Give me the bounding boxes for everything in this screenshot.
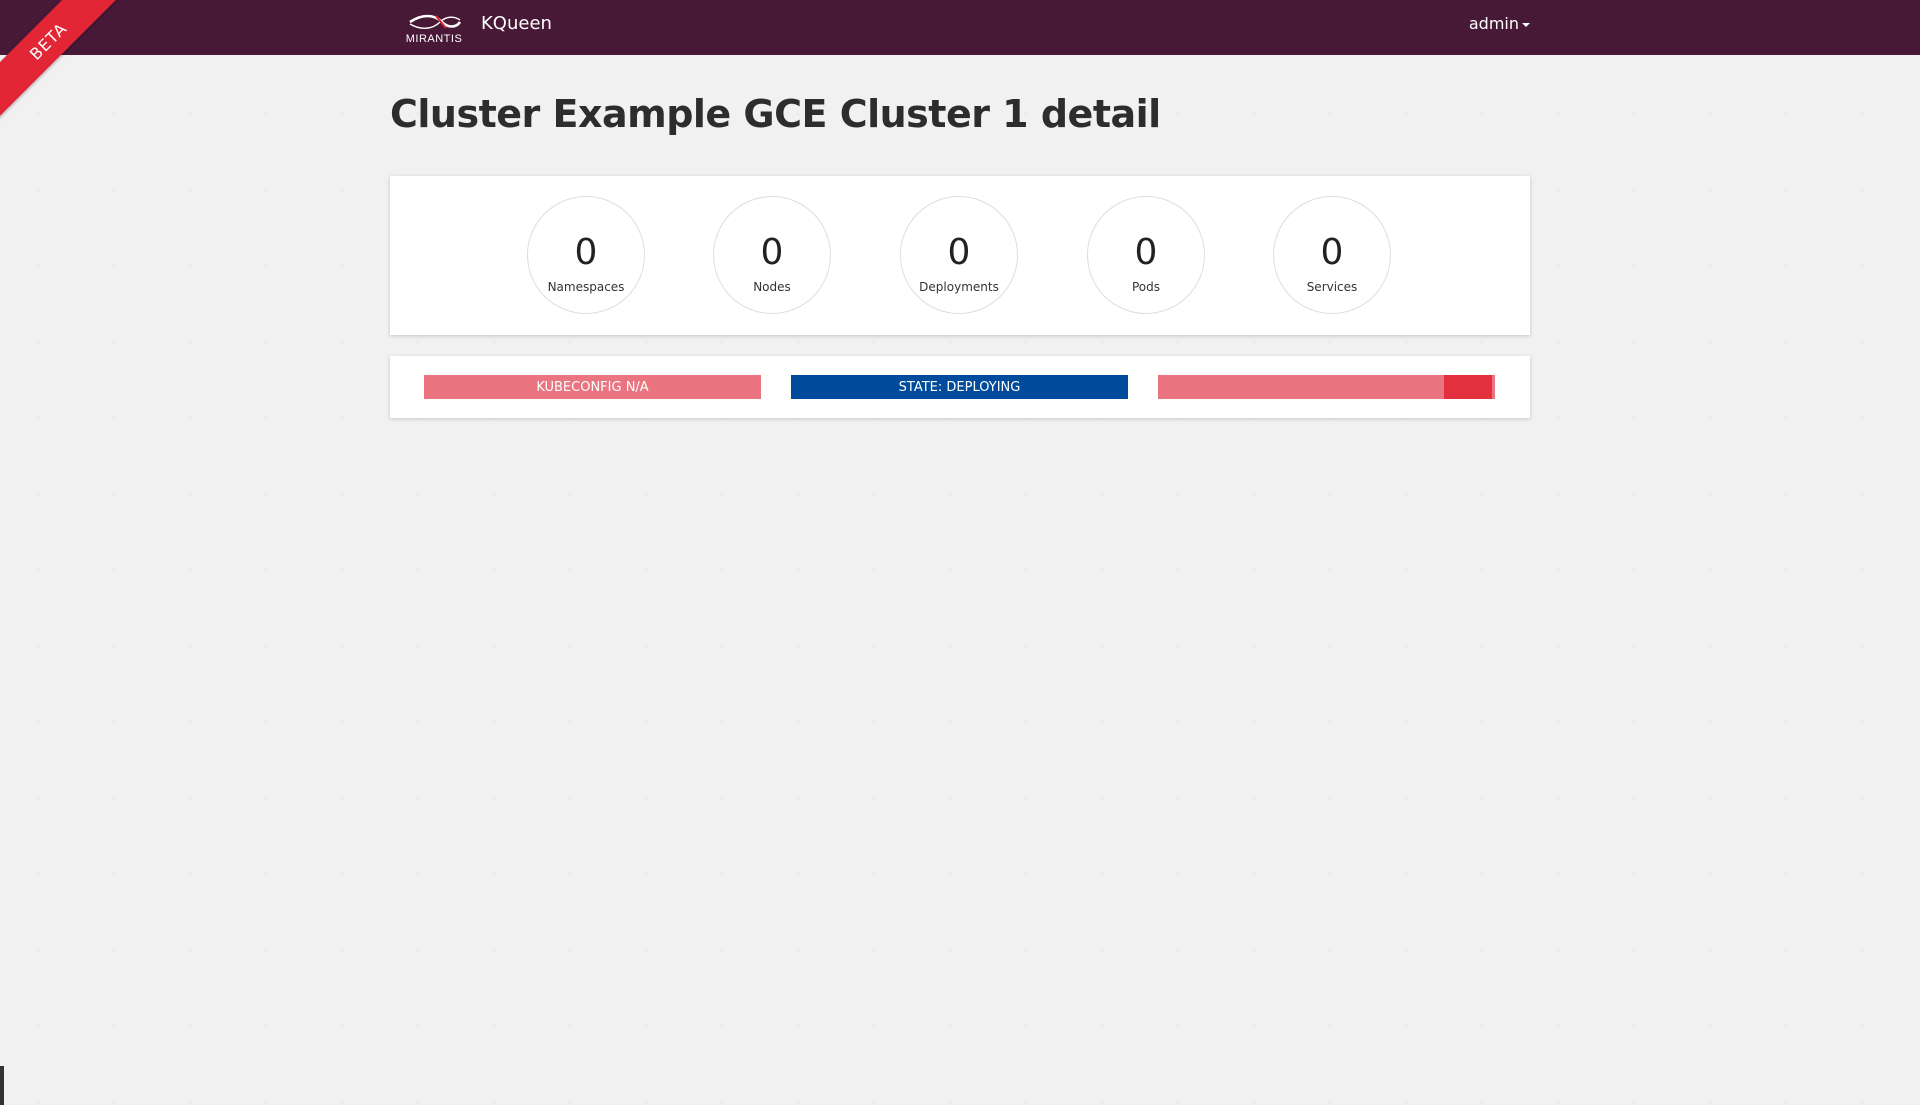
stat-label: Namespaces	[547, 280, 625, 294]
stat-value: 0	[1320, 232, 1344, 273]
user-menu-dropdown[interactable]: admin	[1469, 14, 1530, 33]
caret-down-icon	[1522, 23, 1530, 27]
kubeconfig-status-label: KUBECONFIG N/A	[536, 379, 649, 395]
stat-deployments: 0 Deployments	[900, 196, 1018, 314]
progress-edge	[1492, 375, 1495, 399]
cluster-state-label: STATE: DEPLOYING	[898, 379, 1021, 395]
logo-text: MIRANTIS	[405, 32, 463, 45]
stat-label: Pods	[1131, 280, 1161, 294]
kubeconfig-status-badge[interactable]: KUBECONFIG N/A	[424, 375, 761, 399]
progress-fill	[1158, 375, 1445, 399]
app-title[interactable]: KQueen	[481, 13, 552, 34]
mirantis-logo[interactable]: MIRANTIS	[404, 12, 464, 45]
stat-value: 0	[1134, 232, 1158, 273]
stat-namespaces: 0 Namespaces	[527, 196, 645, 314]
window-edge-marker	[0, 1066, 4, 1105]
stat-nodes: 0 Nodes	[713, 196, 831, 314]
stat-value: 0	[760, 232, 784, 273]
deployment-progress-bar	[1158, 375, 1495, 399]
cluster-stats-panel: 0 Namespaces 0 Nodes 0 Deployments 0 Pod…	[390, 176, 1530, 335]
page-title: Cluster Example GCE Cluster 1 detail	[390, 92, 1161, 136]
stat-value: 0	[574, 232, 598, 273]
mirantis-logo-icon	[409, 14, 462, 29]
cluster-status-panel: KUBECONFIG N/A STATE: DEPLOYING	[390, 356, 1530, 418]
stat-label: Nodes	[753, 280, 791, 294]
user-menu-label: admin	[1468, 14, 1519, 33]
stat-pods: 0 Pods	[1087, 196, 1205, 314]
top-navbar: MIRANTIS KQueen admin	[0, 0, 1920, 55]
stat-value: 0	[947, 232, 971, 273]
stat-label: Deployments	[919, 280, 999, 294]
stat-services: 0 Services	[1273, 196, 1391, 314]
cluster-state-badge: STATE: DEPLOYING	[791, 375, 1128, 399]
brand[interactable]: MIRANTIS KQueen	[404, 6, 552, 50]
stat-label: Services	[1306, 280, 1358, 294]
progress-remaining	[1444, 375, 1495, 399]
